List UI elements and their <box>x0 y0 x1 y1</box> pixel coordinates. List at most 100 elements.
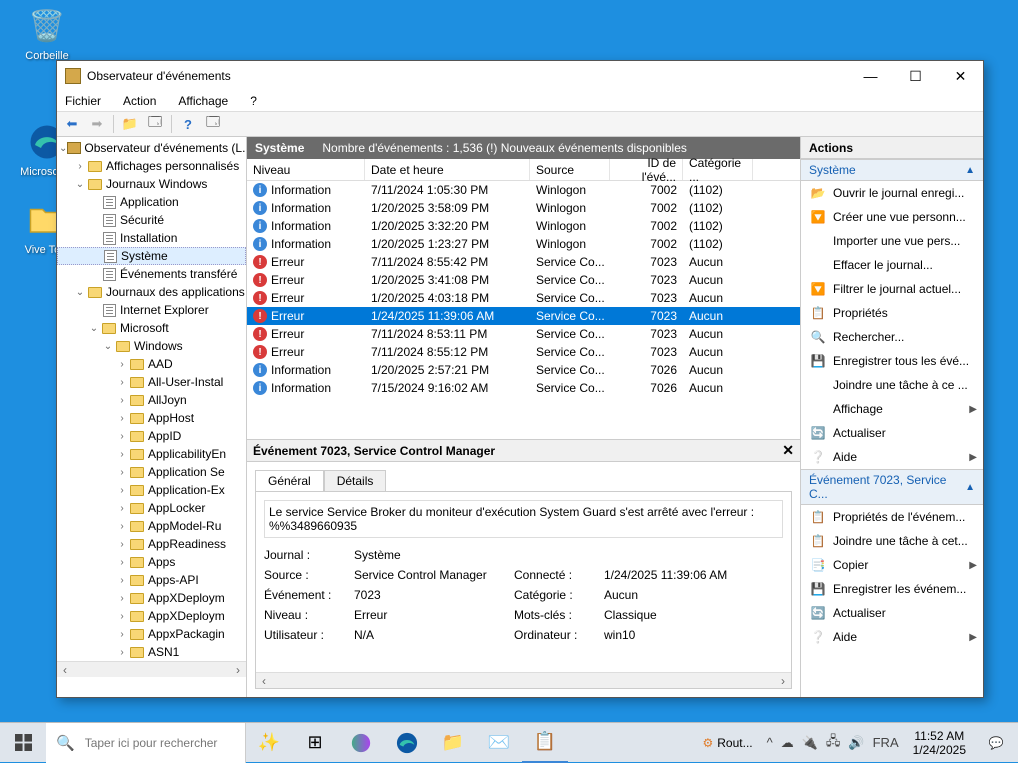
tree-folder-asn1[interactable]: ›ASN1 <box>57 643 246 661</box>
expander-icon[interactable]: › <box>115 413 129 424</box>
tree-folder-appxpackagin[interactable]: ›AppxPackagin <box>57 625 246 643</box>
expander-icon[interactable]: › <box>115 449 129 460</box>
expander-icon[interactable]: › <box>115 593 129 604</box>
expander-icon[interactable]: › <box>115 539 129 550</box>
tree-log-installation[interactable]: Installation <box>57 229 246 247</box>
tree-root[interactable]: ⌄ Observateur d'événements (L... <box>57 139 246 157</box>
expander-icon[interactable]: › <box>115 647 129 658</box>
tray-volume-icon[interactable]: 🔊 <box>848 735 864 751</box>
menu-file[interactable]: Fichier <box>61 92 105 110</box>
event-row[interactable]: !Erreur1/20/2025 3:41:08 PMService Co...… <box>247 271 800 289</box>
action-item[interactable]: 📋Joindre une tâche à cet... <box>801 529 983 553</box>
expander-icon[interactable]: › <box>115 395 129 406</box>
col-eventid[interactable]: ID de l'évé... <box>610 159 683 180</box>
detail-body[interactable]: Le service Service Broker du moniteur d'… <box>255 491 792 689</box>
tree-folder-apps[interactable]: ›Apps <box>57 553 246 571</box>
scroll-left-icon[interactable]: ‹ <box>57 663 73 677</box>
tree-custom-views[interactable]: › Affichages personnalisés <box>57 157 246 175</box>
action-item[interactable]: 📑Copier▶ <box>801 553 983 577</box>
taskview-button[interactable]: ⊞ <box>292 723 338 763</box>
event-row[interactable]: iInformation7/15/2024 9:16:02 AMService … <box>247 379 800 397</box>
list-body[interactable]: iInformation7/11/2024 1:05:30 PMWinlogon… <box>247 181 800 439</box>
tree-folder-appxdeploym[interactable]: ›AppXDeploym <box>57 589 246 607</box>
event-row[interactable]: iInformation1/20/2025 3:58:09 PMWinlogon… <box>247 199 800 217</box>
taskbar-clock[interactable]: 11:52 AM 1/24/2025 <box>905 729 974 757</box>
menu-view[interactable]: Affichage <box>174 92 232 110</box>
expander-icon[interactable]: › <box>73 161 87 172</box>
expander-icon[interactable]: › <box>115 629 129 640</box>
tree-log-application[interactable]: Application <box>57 193 246 211</box>
event-row[interactable]: !Erreur1/24/2025 11:39:06 AMService Co..… <box>247 307 800 325</box>
expander-icon[interactable]: ⌄ <box>101 341 115 352</box>
expander-icon[interactable]: › <box>115 485 129 496</box>
col-date[interactable]: Date et heure <box>365 159 530 180</box>
action-item[interactable]: 🔄Actualiser <box>801 421 983 445</box>
expander-icon[interactable]: ⌄ <box>73 287 87 298</box>
action-item[interactable]: 💾Enregistrer tous les évé... <box>801 349 983 373</box>
toolbar-help[interactable]: ? <box>177 113 199 135</box>
tree-folder-appid[interactable]: ›AppID <box>57 427 246 445</box>
tree-folder-application-ex[interactable]: ›Application-Ex <box>57 481 246 499</box>
event-row[interactable]: iInformation1/20/2025 3:32:20 PMWinlogon… <box>247 217 800 235</box>
action-item[interactable]: 🔄Actualiser <box>801 601 983 625</box>
taskbar-edge[interactable] <box>384 723 430 763</box>
tree-log-sécurité[interactable]: Sécurité <box>57 211 246 229</box>
minimize-button[interactable]: ― <box>848 61 893 91</box>
expander-icon[interactable]: › <box>115 431 129 442</box>
action-item[interactable]: Effacer le journal... <box>801 253 983 277</box>
col-category[interactable]: Catégorie ... <box>683 159 753 180</box>
tree-log-événements transféré[interactable]: Événements transféré <box>57 265 246 283</box>
taskbar-mail[interactable]: ✉️ <box>476 723 522 763</box>
action-item[interactable]: Importer une vue pers... <box>801 229 983 253</box>
tab-general[interactable]: Général <box>255 470 324 491</box>
titlebar[interactable]: Observateur d'événements ― ☐ ✕ <box>57 61 983 91</box>
scroll-right-icon[interactable]: › <box>775 674 791 688</box>
event-row[interactable]: iInformation7/11/2024 1:05:30 PMWinlogon… <box>247 181 800 199</box>
taskbar-copilot[interactable] <box>338 723 384 763</box>
action-item[interactable]: 📂Ouvrir le journal enregi... <box>801 181 983 205</box>
tray-language[interactable]: FRA <box>873 735 899 750</box>
tree-folder-aad[interactable]: ›AAD <box>57 355 246 373</box>
expander-icon[interactable]: › <box>115 503 129 514</box>
menu-action[interactable]: Action <box>119 92 160 110</box>
action-item[interactable]: 💾Enregistrer les événem... <box>801 577 983 601</box>
tree-windows-logs[interactable]: ⌄ Journaux Windows <box>57 175 246 193</box>
expander-icon[interactable]: › <box>115 557 129 568</box>
expander-icon[interactable]: ⌄ <box>87 323 101 334</box>
expander-icon[interactable]: ⌄ <box>59 143 67 154</box>
scroll-right-icon[interactable]: › <box>230 663 246 677</box>
tree-windows[interactable]: ⌄ Windows <box>57 337 246 355</box>
taskbar-app-1[interactable]: ✨ <box>246 723 292 763</box>
close-button[interactable]: ✕ <box>938 61 983 91</box>
expander-icon[interactable]: › <box>115 611 129 622</box>
taskbar-explorer[interactable]: 📁 <box>430 723 476 763</box>
detail-hscroll[interactable]: ‹ › <box>256 672 791 688</box>
action-item[interactable]: 📋Propriétés de l'événem... <box>801 505 983 529</box>
tree-pane[interactable]: ⌄ Observateur d'événements (L... › Affic… <box>57 137 247 697</box>
desktop-icon-recycle[interactable]: 🗑️ Corbeille <box>12 6 82 62</box>
menu-help[interactable]: ? <box>246 92 261 110</box>
event-row[interactable]: iInformation1/20/2025 2:57:21 PMService … <box>247 361 800 379</box>
start-button[interactable] <box>0 723 46 763</box>
tree-folder-appreadiness[interactable]: ›AppReadiness <box>57 535 246 553</box>
action-item[interactable]: ❔Aide▶ <box>801 445 983 469</box>
actions-section-header[interactable]: Système▲ <box>801 159 983 181</box>
tray-cloud-icon[interactable]: ☁ <box>781 735 794 751</box>
tree-folder-applocker[interactable]: ›AppLocker <box>57 499 246 517</box>
col-level[interactable]: Niveau <box>247 159 365 180</box>
tree-folder-appmodel-ru[interactable]: ›AppModel-Ru <box>57 517 246 535</box>
action-item[interactable]: ❔Aide▶ <box>801 625 983 649</box>
forward-button[interactable]: ➡ <box>86 113 108 135</box>
event-row[interactable]: !Erreur7/11/2024 8:55:42 PMService Co...… <box>247 253 800 271</box>
tree-folder-apps-api[interactable]: ›Apps-API <box>57 571 246 589</box>
expander-icon[interactable]: › <box>115 521 129 532</box>
tree-microsoft[interactable]: ⌄ Microsoft <box>57 319 246 337</box>
tray-power-icon[interactable]: 🔌 <box>802 735 818 751</box>
maximize-button[interactable]: ☐ <box>893 61 938 91</box>
tree-hscroll[interactable]: ‹ › <box>57 661 246 677</box>
tree-folder-application se[interactable]: ›Application Se <box>57 463 246 481</box>
scroll-left-icon[interactable]: ‹ <box>256 674 272 688</box>
event-row[interactable]: !Erreur7/11/2024 8:55:12 PMService Co...… <box>247 343 800 361</box>
taskbar-running-app[interactable]: ⚙ Rout... <box>695 723 761 763</box>
detail-close-button[interactable]: ✕ <box>782 442 794 459</box>
